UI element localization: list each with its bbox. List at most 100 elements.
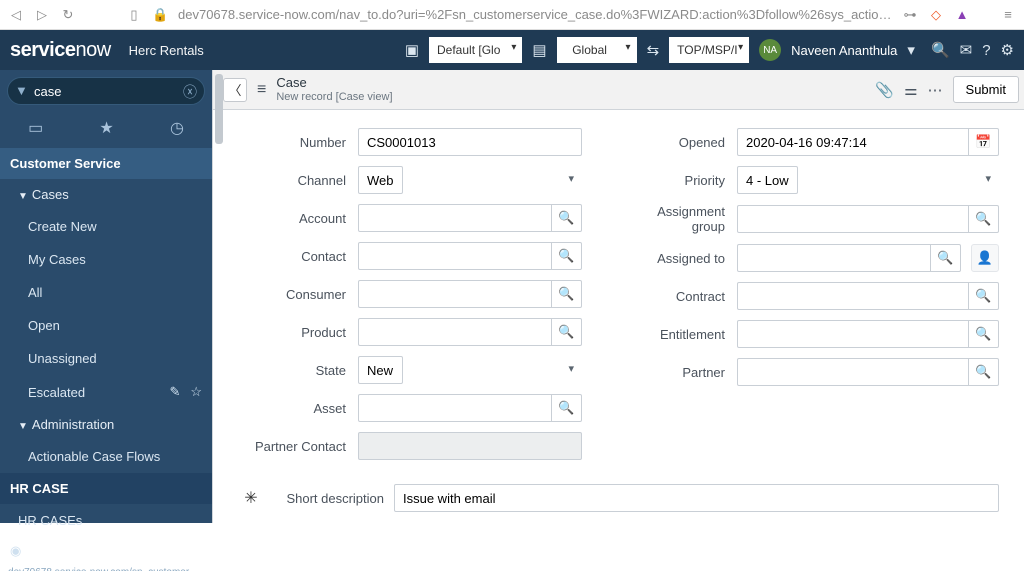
product-lookup-icon[interactable]: 🔍	[552, 318, 582, 346]
nav-item-actionable-case-flows[interactable]: Actionable Case Flows	[0, 440, 212, 473]
user-name[interactable]: Naveen Ananthula	[791, 43, 897, 58]
consumer-field[interactable]	[358, 280, 552, 308]
avatar[interactable]: NA	[759, 39, 781, 61]
nav-item-label: Escalated	[28, 385, 85, 400]
browser-back-icon[interactable]: ◁	[8, 7, 24, 23]
opened-field[interactable]	[737, 128, 969, 156]
opened-calendar-icon[interactable]: 📅	[969, 128, 999, 156]
contract-lookup-icon[interactable]: 🔍	[969, 282, 999, 310]
form-menu-icon[interactable]: ≡	[257, 81, 266, 99]
short-description-field[interactable]	[394, 484, 999, 512]
nav-item-my-cases[interactable]: My Cases	[0, 243, 212, 276]
assign-to-me-icon[interactable]: 👤	[971, 244, 999, 272]
label-asset: Asset	[243, 401, 358, 416]
form-right-column: Opened 📅 Priority4 - Low Assignment group…	[622, 128, 999, 470]
personalize-icon[interactable]: ⚌	[904, 81, 917, 99]
nav-item-hr-cases[interactable]: HR CASEs	[0, 504, 212, 537]
nav-help-icon[interactable]: ◉	[0, 537, 212, 565]
submit-button[interactable]: Submit	[953, 76, 1019, 103]
hierarchy-icon[interactable]: ⇆	[647, 41, 660, 59]
bookmark-icon[interactable]: ▯	[126, 7, 142, 23]
caret-down-icon: ▼	[18, 421, 28, 432]
asset-lookup-icon[interactable]: 🔍	[552, 394, 582, 422]
brave-rewards-icon[interactable]: ▲	[954, 7, 970, 22]
account-field[interactable]	[358, 204, 552, 232]
channel-select[interactable]: Web	[358, 166, 403, 194]
form-left-column: Number ChannelWeb Account🔍 Contact🔍 Cons…	[243, 128, 582, 470]
section-administration[interactable]: ▼Administration	[0, 409, 212, 440]
browser-reload-icon[interactable]: ↻	[60, 7, 76, 23]
label-state: State	[243, 363, 358, 378]
browser-menu-icon[interactable]: ≡	[1000, 7, 1016, 22]
more-actions-icon[interactable]: ⋯	[928, 81, 943, 99]
scope-picker[interactable]: Global	[557, 37, 637, 63]
key-icon[interactable]: ⊶	[902, 7, 918, 23]
clear-filter-icon[interactable]: ⓧ	[183, 82, 197, 102]
mandatory-indicator-icon: ✳	[244, 490, 257, 507]
entitlement-field[interactable]	[737, 320, 969, 348]
entitlement-lookup-icon[interactable]: 🔍	[969, 320, 999, 348]
edit-pencil-icon[interactable]: ✎	[169, 384, 180, 400]
partner-lookup-icon[interactable]: 🔍	[969, 358, 999, 386]
assigned-to-field[interactable]	[737, 244, 931, 272]
favorites-icon[interactable]: ★	[99, 118, 113, 138]
label-product: Product	[243, 325, 358, 340]
label-contract: Contract	[622, 289, 737, 304]
instance-name: Herc Rentals	[129, 43, 204, 58]
filter-funnel-icon: ▼	[15, 83, 28, 98]
number-field[interactable]	[358, 128, 582, 156]
url-bar[interactable]: dev70678.service-now.com/nav_to.do?uri=%…	[178, 7, 892, 22]
history-icon[interactable]: ◷	[170, 118, 184, 138]
consumer-lookup-icon[interactable]: 🔍	[552, 280, 582, 308]
global-search-icon[interactable]: 🔍	[931, 41, 950, 59]
module-hr-case[interactable]: HR CASE	[0, 473, 212, 504]
user-menu-chevron-icon[interactable]: ▾	[907, 41, 915, 59]
label-opened: Opened	[622, 135, 737, 150]
section-cases[interactable]: ▼Cases	[0, 179, 212, 210]
favorite-star-icon[interactable]: ☆	[190, 384, 202, 400]
nav-item-unassigned[interactable]: Unassigned	[0, 342, 212, 375]
label-short-description: Short description	[259, 491, 394, 506]
servicenow-logo[interactable]: servicenow	[10, 39, 111, 62]
contract-field[interactable]	[737, 282, 969, 310]
nav-scrollbar[interactable]	[212, 70, 213, 523]
nav-item-create-new[interactable]: Create New	[0, 210, 212, 243]
nav-item-open[interactable]: Open	[0, 309, 212, 342]
asset-field[interactable]	[358, 394, 552, 422]
priority-select[interactable]: 4 - Low	[737, 166, 798, 194]
label-priority: Priority	[622, 173, 737, 188]
brave-shield-icon[interactable]: ◇	[928, 7, 944, 23]
caret-down-icon: ▼	[18, 191, 28, 202]
app-scope-icon[interactable]: ▤	[532, 41, 546, 59]
state-select[interactable]: New	[358, 356, 403, 384]
nav-tabs: ▭ ★ ◷	[0, 112, 212, 148]
module-customer-service[interactable]: Customer Service	[0, 148, 212, 179]
account-lookup-icon[interactable]: 🔍	[552, 204, 582, 232]
contact-field[interactable]	[358, 242, 552, 270]
all-apps-icon[interactable]: ▭	[28, 118, 43, 138]
label-assigned-to: Assigned to	[622, 251, 737, 266]
assignment-group-lookup-icon[interactable]: 🔍	[969, 205, 999, 233]
assignment-group-field[interactable]	[737, 205, 969, 233]
form-header: 〈 ≡ Case New record [Case view] 📎 ⚌ ⋯ Su…	[213, 70, 1024, 110]
partner-field[interactable]	[737, 358, 969, 386]
browser-forward-icon[interactable]: ▷	[34, 7, 50, 23]
label-number: Number	[243, 135, 358, 150]
nav-item-escalated[interactable]: Escalated ✎ ☆	[0, 375, 212, 409]
nav-item-all[interactable]: All	[0, 276, 212, 309]
attachment-icon[interactable]: 📎	[875, 81, 894, 99]
app-picker[interactable]: TOP/MSP/I	[669, 37, 749, 63]
product-field[interactable]	[358, 318, 552, 346]
partner-contact-field	[358, 432, 582, 460]
back-button[interactable]: 〈	[223, 78, 247, 102]
update-set-icon[interactable]: ▣	[405, 41, 419, 59]
help-icon[interactable]: ?	[982, 42, 990, 59]
label-partner-contact: Partner Contact	[243, 439, 358, 454]
label-assignment-group: Assignment group	[622, 204, 737, 234]
nav-filter-input[interactable]	[7, 77, 205, 105]
settings-gear-icon[interactable]: ⚙	[1001, 41, 1014, 59]
domain-picker[interactable]: Default [Glo	[429, 37, 522, 63]
assigned-to-lookup-icon[interactable]: 🔍	[931, 244, 961, 272]
contact-lookup-icon[interactable]: 🔍	[552, 242, 582, 270]
chat-icon[interactable]: ✉	[960, 41, 973, 59]
